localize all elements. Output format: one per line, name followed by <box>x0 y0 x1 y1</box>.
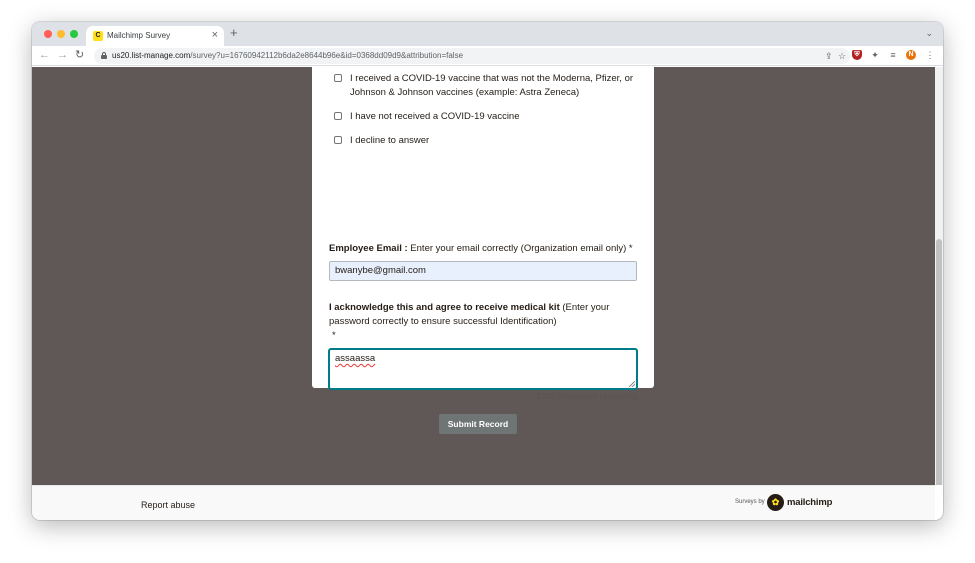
bookmark-star-icon[interactable]: ☆ <box>838 50 846 62</box>
address-bar[interactable]: us20.list-manage.com/survey?u=1676094211… <box>94 48 850 64</box>
mailchimp-freddie-icon[interactable]: ✿ <box>767 494 784 511</box>
more-menu-icon[interactable]: ⋮ <box>925 50 935 60</box>
checkbox-not-received[interactable] <box>334 112 342 120</box>
required-mark: * <box>332 330 336 341</box>
checkbox-decline[interactable] <box>334 136 342 144</box>
reload-icon[interactable]: ↻ <box>75 49 84 62</box>
back-arrow-icon[interactable]: ← <box>39 49 50 62</box>
share-icon[interactable]: ⇪ <box>825 50 833 62</box>
extensions-puzzle-icon[interactable]: ✦ <box>870 50 880 60</box>
email-field-label: Employee Email : Enter your email correc… <box>329 242 639 256</box>
option-label: I have not received a COVID-19 vaccine <box>350 111 520 122</box>
checkbox-other-vaccine[interactable] <box>334 74 342 82</box>
option-label: I decline to answer <box>350 135 430 146</box>
acknowledge-textarea[interactable]: assaassa <box>329 349 637 389</box>
resize-grip-icon[interactable] <box>629 381 635 387</box>
browser-toolbar: ← → ↻ us20.list-manage.com/survey?u=1676… <box>32 46 943 66</box>
forward-arrow-icon[interactable]: → <box>57 49 68 62</box>
page-scrollbar[interactable] <box>935 67 943 485</box>
ublock-shield-icon[interactable]: ⛨ <box>852 50 862 60</box>
option-label: I received a COVID-19 vaccine that was n… <box>350 73 634 98</box>
page-viewport: I received a COVID-19 vaccine that was n… <box>32 67 943 485</box>
mailchimp-wordmark[interactable]: mailchimp <box>787 497 832 508</box>
submit-record-button[interactable]: Submit Record <box>439 414 517 434</box>
report-abuse-link[interactable]: Report abuse <box>141 500 195 510</box>
minimize-window-button[interactable] <box>57 30 65 38</box>
page-footer: Report abuse Surveys by ✿ mailchimp <box>32 485 935 520</box>
email-label-rest: Enter your email correctly (Organization… <box>407 243 633 254</box>
tab-strip: C Mailchimp Survey × + ⌄ <box>32 22 943 46</box>
close-icon[interactable]: × <box>212 29 218 41</box>
url-path: /survey?u=16760942112b6da2e8644b96e&id=0… <box>190 51 464 60</box>
url-host: us20.list-manage.com <box>112 51 191 60</box>
reading-list-icon[interactable]: ≡ <box>888 50 898 60</box>
chevron-down-icon[interactable]: ⌄ <box>925 29 933 38</box>
characters-remaining: 1992 characters remaining <box>536 391 637 401</box>
email-label-bold: Employee Email : <box>329 243 408 254</box>
new-tab-plus-icon[interactable]: + <box>230 26 238 39</box>
survey-card: I received a COVID-19 vaccine that was n… <box>312 67 654 434</box>
email-field[interactable]: bwanybe@gmail.com <box>329 261 637 281</box>
ack-field-label: I acknowledge this and agree to receive … <box>329 301 639 343</box>
url-text[interactable]: us20.list-manage.com/survey?u=1676094211… <box>112 51 463 60</box>
tab-title: Mailchimp Survey <box>107 31 171 40</box>
tab-mailchimp-survey[interactable]: C Mailchimp Survey × <box>86 26 224 46</box>
mailchimp-favicon-icon: C <box>93 31 103 41</box>
scrollbar-thumb[interactable] <box>936 239 942 485</box>
zoom-window-button[interactable] <box>70 30 78 38</box>
lock-icon[interactable] <box>101 52 107 59</box>
surveys-by-label: Surveys by <box>735 499 765 505</box>
browser-window: C Mailchimp Survey × + ⌄ ← → ↻ us20.list… <box>32 22 943 520</box>
ack-label-bold: I acknowledge this and agree to receive … <box>329 302 560 313</box>
close-window-button[interactable] <box>44 30 52 38</box>
textarea-value: assaassa <box>335 353 376 364</box>
profile-avatar[interactable]: N <box>906 50 916 60</box>
